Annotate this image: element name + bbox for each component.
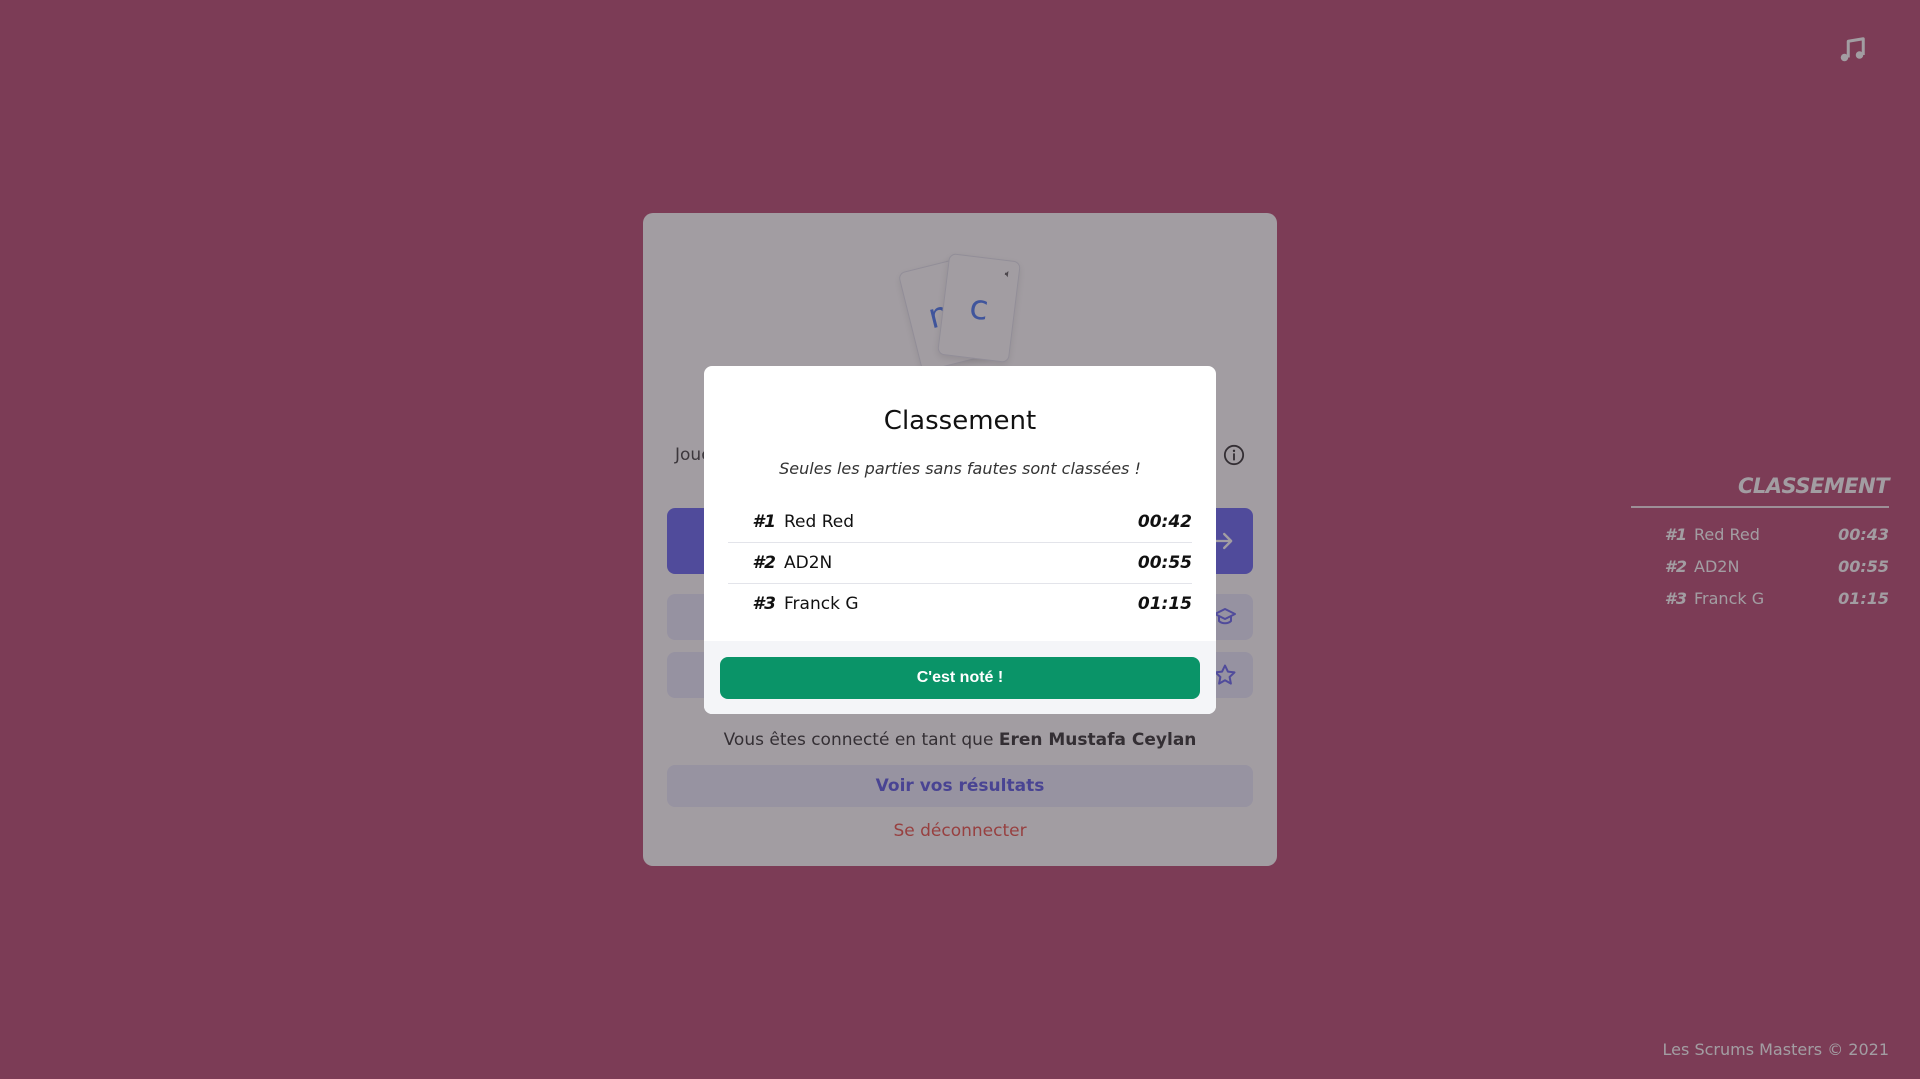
player-time: 01:15 — [1137, 594, 1192, 614]
player-name: Red Red — [784, 512, 855, 532]
player-name: AD2N — [784, 553, 833, 573]
confirm-button[interactable]: C'est noté ! — [720, 657, 1200, 699]
player-time: 00:42 — [1137, 512, 1192, 532]
leaderboard-list: #1 Red Red 00:42 #2 AD2N 00:55 #3 Franck… — [728, 502, 1192, 624]
rank: #3 — [752, 594, 776, 614]
modal-title: Classement — [883, 406, 1037, 436]
leaderboard-modal: Classement Seules les parties sans faute… — [704, 366, 1216, 714]
leaderboard-row: #1 Red Red 00:42 — [728, 502, 1192, 542]
modal-footer: C'est noté ! — [704, 641, 1216, 714]
leaderboard-row: #3 Franck G 01:15 — [728, 583, 1192, 624]
rank: #2 — [752, 553, 776, 573]
player-time: 00:55 — [1137, 553, 1192, 573]
rank: #1 — [752, 512, 776, 532]
leaderboard-row: #2 AD2N 00:55 — [728, 542, 1192, 583]
modal-subtitle: Seules les parties sans fautes sont clas… — [779, 459, 1141, 478]
player-name: Franck G — [784, 594, 859, 614]
